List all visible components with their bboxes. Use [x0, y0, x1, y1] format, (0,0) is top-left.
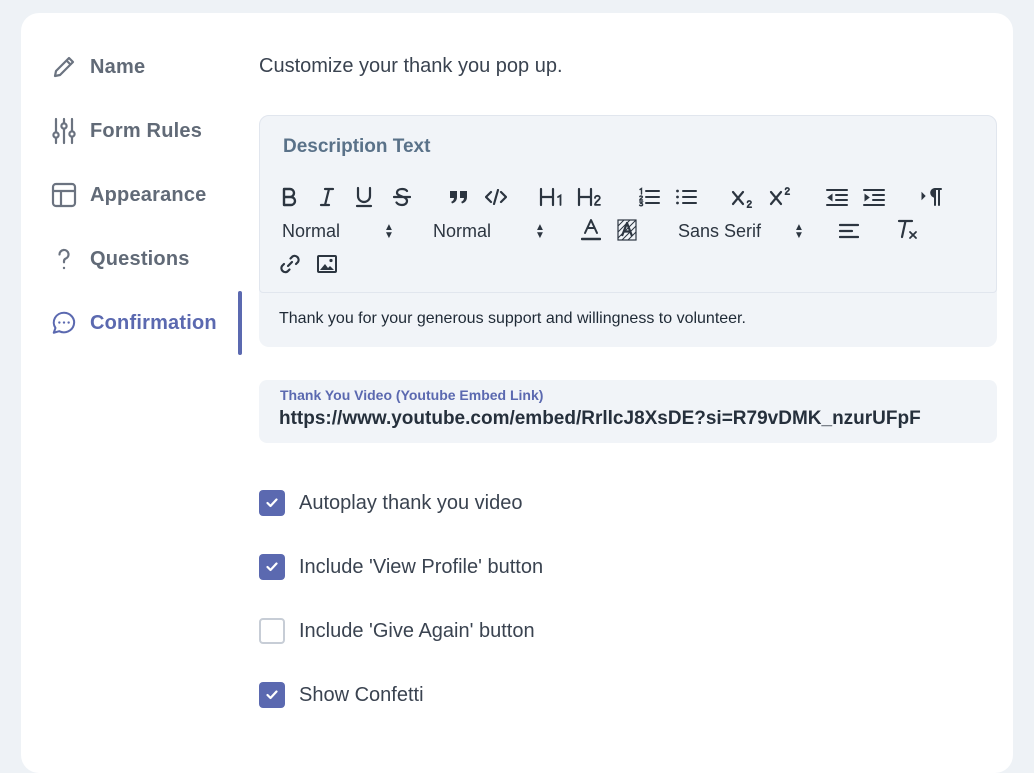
checkbox-checked[interactable]	[259, 682, 285, 708]
sliders-icon	[51, 117, 77, 145]
italic-icon[interactable]	[316, 186, 338, 208]
settings-card: Name Form Rules Appearance Questions Con…	[21, 13, 1013, 773]
link-icon[interactable]	[278, 252, 302, 276]
subscript-icon[interactable]	[730, 186, 756, 210]
checkbox-unchecked[interactable]	[259, 618, 285, 644]
font-select[interactable]: Sans Serif ▲ ▼	[678, 220, 808, 242]
updown-icon: ▲ ▼	[384, 222, 394, 241]
strikethrough-icon[interactable]	[391, 186, 413, 208]
sidebar-item-appearance[interactable]: Appearance	[51, 175, 251, 215]
checkmark-icon	[266, 562, 278, 572]
image-icon[interactable]	[315, 252, 339, 276]
font-select-value: Sans Serif	[678, 220, 762, 241]
video-link-field: Thank You Video (Youtube Embed Link)	[259, 380, 997, 443]
active-indicator	[238, 291, 242, 355]
checkbox-checked[interactable]	[259, 490, 285, 516]
option-label: Autoplay thank you video	[299, 491, 523, 514]
confetti-option[interactable]: Show Confetti	[259, 681, 424, 709]
blockquote-icon[interactable]	[447, 186, 471, 208]
checkbox-checked[interactable]	[259, 554, 285, 580]
view-profile-option[interactable]: Include 'View Profile' button	[259, 553, 543, 581]
checkmark-icon	[266, 498, 278, 508]
question-icon	[51, 246, 77, 272]
clear-format-icon[interactable]	[896, 218, 920, 242]
underline-icon[interactable]	[353, 186, 375, 208]
size-select-value: Normal	[433, 220, 492, 241]
updown-icon: ▲ ▼	[535, 222, 545, 241]
rich-text-editor: Description Text Normal ▲ ▼ Normal ▲ ▼ S…	[259, 115, 997, 347]
sidebar-item-form-rules[interactable]: Form Rules	[51, 111, 251, 151]
outdent-icon[interactable]	[825, 186, 849, 208]
editor-toolbar: Description Text Normal ▲ ▼ Normal ▲ ▼ S…	[259, 115, 997, 293]
pencil-icon	[51, 54, 77, 80]
heading2-icon[interactable]	[577, 186, 603, 208]
editor-content[interactable]: Thank you for your generous support and …	[279, 310, 746, 328]
chat-icon	[51, 310, 77, 336]
align-icon[interactable]	[838, 220, 860, 242]
heading1-icon[interactable]	[539, 186, 565, 208]
header-select-value: Normal	[282, 220, 341, 241]
sidebar-item-label: Questions	[90, 247, 190, 270]
checkmark-icon	[266, 690, 278, 700]
sidebar-item-confirmation[interactable]: Confirmation	[51, 303, 251, 343]
indent-icon[interactable]	[862, 186, 886, 208]
sidebar-item-name[interactable]: Name	[51, 47, 251, 87]
page-intro: Customize your thank you pop up.	[259, 55, 563, 77]
option-label: Include 'Give Again' button	[299, 619, 535, 642]
code-icon[interactable]	[484, 186, 508, 208]
layout-icon	[51, 182, 77, 208]
video-link-input[interactable]	[279, 408, 979, 430]
header-select[interactable]: Normal ▲ ▼	[282, 220, 398, 242]
option-label: Include 'View Profile' button	[299, 555, 544, 578]
text-color-icon[interactable]	[580, 218, 602, 242]
ordered-list-icon[interactable]	[637, 186, 661, 208]
text-direction-icon[interactable]	[919, 186, 945, 208]
background-color-icon[interactable]	[616, 218, 638, 242]
video-link-label: Thank You Video (Youtube Embed Link)	[280, 387, 544, 403]
sidebar-item-questions[interactable]: Questions	[51, 239, 251, 279]
autoplay-option[interactable]: Autoplay thank you video	[259, 489, 523, 517]
give-again-option[interactable]: Include 'Give Again' button	[259, 617, 535, 645]
superscript-icon[interactable]	[768, 184, 794, 208]
sidebar-item-label: Form Rules	[90, 119, 203, 142]
sidebar-item-label: Confirmation	[90, 311, 217, 334]
sidebar-item-label: Name	[90, 55, 146, 78]
option-label: Show Confetti	[299, 683, 424, 706]
sidebar-item-label: Appearance	[90, 183, 207, 206]
editor-title: Description Text	[283, 136, 431, 157]
bullet-list-icon[interactable]	[674, 186, 698, 208]
updown-icon: ▲ ▼	[794, 222, 804, 241]
bold-icon[interactable]	[278, 186, 300, 208]
size-select[interactable]: Normal ▲ ▼	[433, 220, 549, 242]
